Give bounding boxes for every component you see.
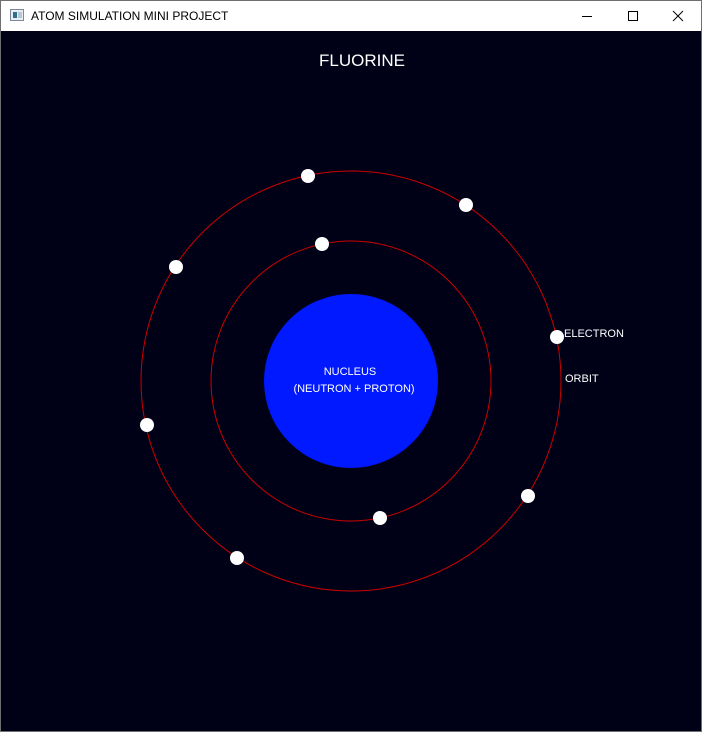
minimize-icon (582, 16, 592, 17)
electron (550, 330, 564, 344)
electron (315, 237, 329, 251)
close-icon (672, 10, 684, 22)
app-window-icon (10, 9, 24, 21)
electron (373, 511, 387, 525)
electron (459, 198, 473, 212)
simulation-canvas: FLUORINE NUCLEUS (NEUTRON + PROTON) ELEC… (1, 31, 701, 731)
electron (169, 260, 183, 274)
orbit-label: ORBIT (565, 373, 599, 385)
electron (521, 489, 535, 503)
close-button[interactable] (655, 1, 701, 31)
window-title: ATOM SIMULATION MINI PROJECT (31, 9, 229, 23)
nucleus (264, 294, 438, 468)
atom-diagram: FLUORINE NUCLEUS (NEUTRON + PROTON) ELEC… (140, 51, 624, 592)
minimize-button[interactable] (564, 1, 610, 31)
maximize-button[interactable] (610, 1, 656, 31)
element-title: FLUORINE (319, 51, 405, 70)
electron-label: ELECTRON (564, 328, 624, 340)
electron (230, 551, 244, 565)
electron (301, 169, 315, 183)
electron (140, 418, 154, 432)
app-window: ATOM SIMULATION MINI PROJECT FLUORINE NU… (0, 0, 702, 732)
maximize-icon (628, 11, 638, 21)
nucleus-label: NUCLEUS (324, 366, 377, 378)
nucleus-sublabel: (NEUTRON + PROTON) (293, 383, 414, 395)
title-bar[interactable]: ATOM SIMULATION MINI PROJECT (1, 1, 701, 31)
